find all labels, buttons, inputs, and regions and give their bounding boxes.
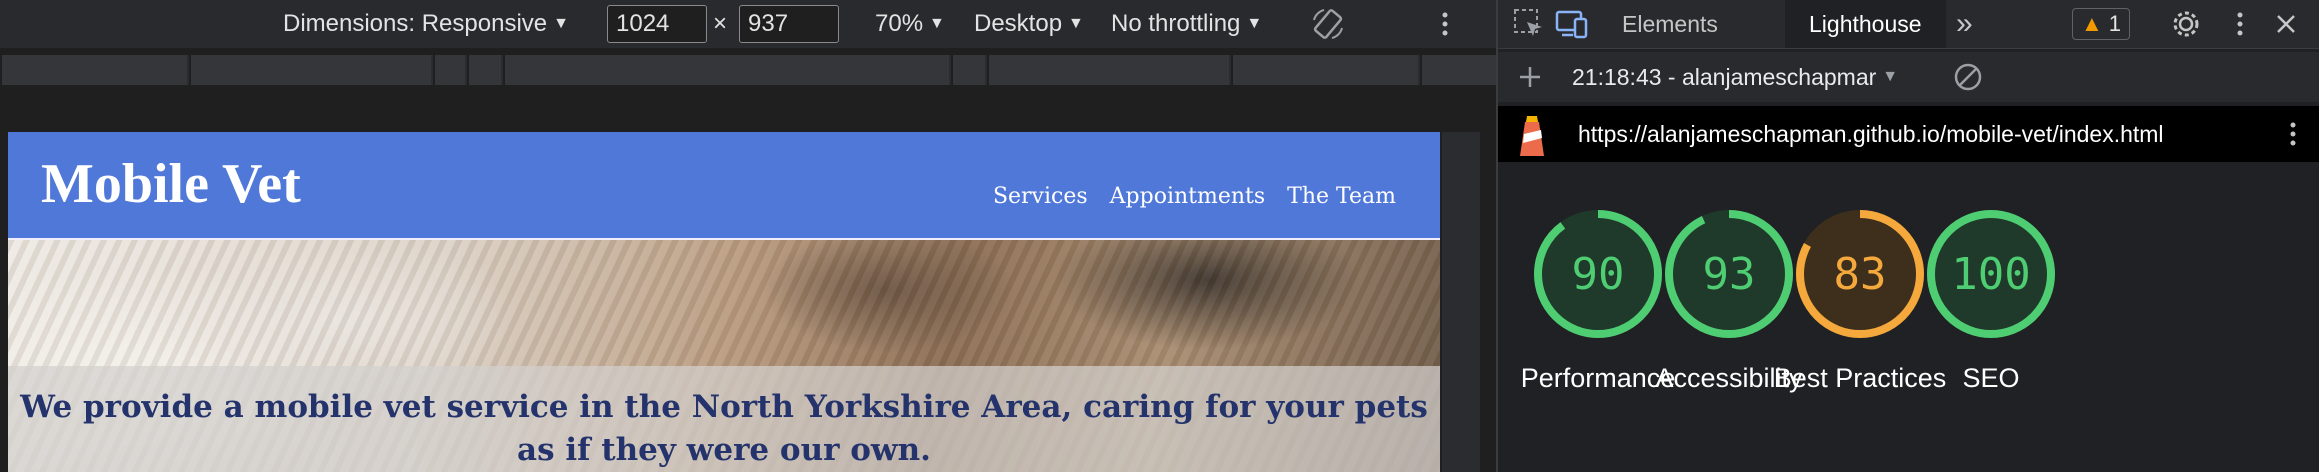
nav-link-services[interactable]: Services	[993, 184, 1088, 209]
device-mode-panel: Dimensions: Responsive ▼ × 70% ▼ Desktop…	[0, 0, 1498, 472]
ruler-segment[interactable]	[189, 55, 431, 85]
score-value: 93	[1702, 248, 1756, 300]
media-query-ruler[interactable]	[0, 55, 1498, 85]
score-gauge-accessibility[interactable]: 93	[1663, 208, 1795, 340]
lighthouse-toolbar: 21:18:43 - alanjameschapmar ▼	[1498, 52, 2319, 102]
score-gauge-performance[interactable]: 90	[1532, 208, 1664, 340]
width-input[interactable]	[607, 5, 707, 43]
site-nav: Services Appointments The Team	[993, 184, 1396, 209]
devtools-panel: Elements Lighthouse » ▲ 1 21:18:43 - ala…	[1498, 0, 2319, 472]
devtools-menu-button[interactable]	[2235, 0, 2245, 48]
issues-badge[interactable]: ▲ 1	[2072, 8, 2131, 40]
settings-button[interactable]	[2170, 0, 2202, 48]
report-selector[interactable]: 21:18:43 - alanjameschapmar ▼	[1572, 53, 1898, 101]
device-toggle-icon	[1554, 7, 1590, 41]
new-report-button[interactable]	[1516, 53, 1544, 101]
devtools-tab-bar: Elements Lighthouse » ▲ 1	[1498, 0, 2319, 49]
times-symbol: ×	[713, 10, 728, 37]
ruler-segment[interactable]	[951, 55, 985, 85]
clear-reports-button[interactable]	[1952, 53, 1984, 101]
zoom-dropdown[interactable]: 70% ▼	[875, 0, 945, 48]
more-options-button[interactable]	[1440, 0, 1450, 48]
caret-down-icon: ▼	[1068, 15, 1084, 32]
score-label: SEO	[1962, 363, 2020, 393]
score-gauge-seo[interactable]: 100	[1925, 208, 2057, 340]
site-title[interactable]: Mobile Vet	[41, 152, 301, 216]
lighthouse-icon	[1514, 114, 1550, 158]
page-viewport[interactable]: Mobile Vet Services Appointments The Tea…	[8, 132, 1440, 472]
ruler-segment[interactable]	[1231, 55, 1418, 85]
inspect-element-button[interactable]	[1512, 0, 1546, 48]
caret-down-icon: ▼	[929, 15, 945, 32]
ruler-segment[interactable]	[0, 55, 187, 85]
report-label: 21:18:43 - alanjameschapmar	[1572, 63, 1877, 90]
plus-icon	[1516, 63, 1544, 91]
ruler-segment[interactable]	[987, 55, 1229, 85]
device-toggle-button[interactable]	[1554, 0, 1590, 48]
warning-icon: ▲	[2081, 11, 2103, 36]
report-url[interactable]: https://alanjameschapman.github.io/mobil…	[1578, 106, 2164, 162]
device-type-label: Desktop	[974, 10, 1063, 37]
score-gauge-best-practices[interactable]: 83	[1794, 208, 1926, 340]
throttling-label: No throttling	[1111, 10, 1241, 37]
kebab-menu-icon[interactable]	[2288, 120, 2298, 148]
throttling-dropdown[interactable]: No throttling ▼	[1111, 0, 1262, 48]
close-devtools-button[interactable]	[2274, 0, 2298, 48]
nav-link-appointments[interactable]: Appointments	[1110, 184, 1266, 209]
caret-down-icon: ▼	[553, 15, 569, 32]
warning-count: 1	[2108, 11, 2122, 36]
caret-down-icon: ▼	[1246, 15, 1263, 32]
clear-icon	[1952, 61, 1984, 93]
hero-text: We provide a mobile vet service in the N…	[20, 389, 1428, 468]
ruler-segment[interactable]	[1420, 55, 1498, 85]
gear-icon	[2170, 8, 2202, 40]
more-tabs-button[interactable]: »	[1956, 0, 1973, 48]
rotate-icon	[1310, 6, 1346, 42]
device-type-dropdown[interactable]: Desktop ▼	[974, 0, 1084, 48]
tab-elements[interactable]: Elements	[1622, 0, 1718, 48]
tab-lighthouse[interactable]: Lighthouse	[1785, 0, 1946, 48]
zoom-label: 70%	[875, 10, 924, 37]
rotate-button[interactable]	[1310, 0, 1346, 48]
score-value: 90	[1571, 248, 1625, 300]
dimensions-label: Dimensions: Responsive	[283, 10, 548, 37]
ruler-segment[interactable]	[433, 55, 465, 85]
site-header: Mobile Vet Services Appointments The Tea…	[8, 132, 1440, 240]
ruler-segment[interactable]	[503, 55, 949, 85]
score-value: 100	[1951, 248, 2031, 300]
height-input[interactable]	[739, 5, 839, 43]
caret-down-icon: ▼	[1882, 68, 1899, 85]
score-value: 83	[1833, 248, 1887, 300]
inspect-cursor-icon	[1512, 7, 1546, 41]
viewport-scrollbar[interactable]	[1442, 132, 1480, 472]
kebab-menu-icon	[2235, 10, 2245, 38]
nav-link-the-team[interactable]: The Team	[1287, 184, 1396, 209]
report-url-bar: https://alanjameschapman.github.io/mobil…	[1498, 106, 2319, 162]
kebab-menu-icon	[1440, 10, 1450, 38]
ruler-segment[interactable]	[467, 55, 501, 85]
close-icon	[2274, 12, 2298, 36]
device-toolbar: Dimensions: Responsive ▼ × 70% ▼ Desktop…	[0, 0, 1496, 48]
dimensions-dropdown[interactable]: Dimensions: Responsive ▼	[283, 0, 569, 48]
hero-image: We provide a mobile vet service in the N…	[8, 240, 1440, 472]
